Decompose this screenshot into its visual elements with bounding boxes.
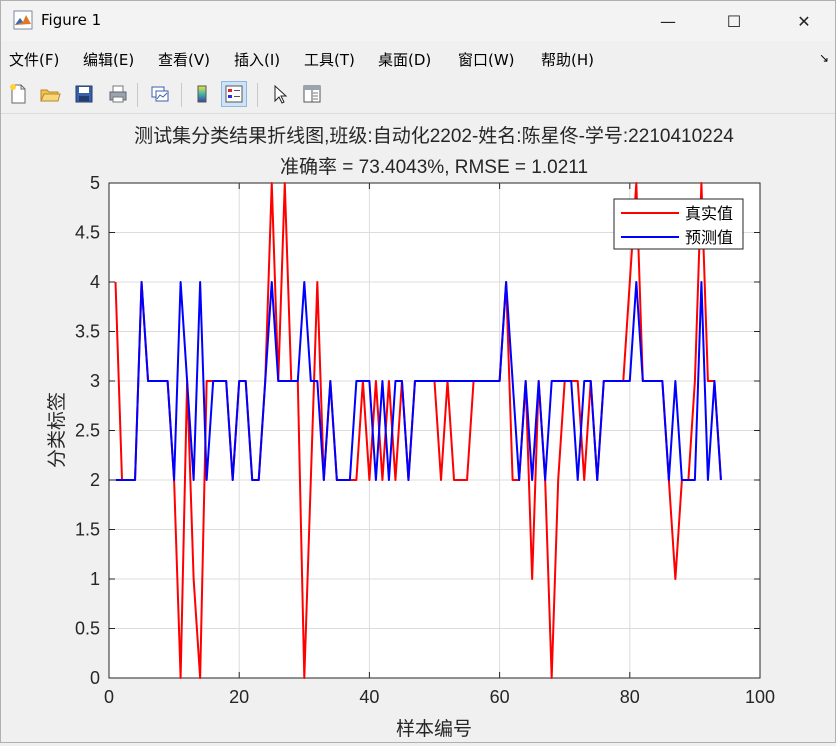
menu-window[interactable]: 窗口(W)	[458, 49, 515, 70]
y-tick-label: 1.5	[75, 520, 100, 540]
pointer-button[interactable]	[267, 81, 293, 107]
menu-help[interactable]: 帮助(H)	[541, 49, 594, 70]
property-editor-icon	[303, 85, 321, 103]
colorbar-icon	[197, 85, 207, 103]
toolbar-separator	[257, 83, 258, 107]
menu-insert[interactable]: 插入(I)	[234, 49, 280, 70]
y-tick-label: 5	[90, 173, 100, 193]
y-tick-label: 2.5	[75, 421, 100, 441]
legend-label-predicted: 预测值	[685, 229, 733, 247]
menu-file[interactable]: 文件(F)	[9, 49, 59, 70]
menu-desktop[interactable]: 桌面(D)	[378, 49, 431, 70]
x-axis-label: 样本编号	[396, 718, 472, 740]
figure-canvas: 测试集分类结果折线图,班级:自动化2202-姓名:陈星佟-学号:22104102…	[1, 115, 835, 742]
menu-view[interactable]: 查看(V)	[158, 49, 210, 70]
figure-window: Figure 1 — ☐ ✕ 文件(F) 编辑(E) 查看(V) 插入(I) 工…	[0, 0, 836, 743]
x-tick-label: 20	[229, 687, 249, 707]
legend[interactable]: 真实值 预测值	[613, 198, 744, 250]
save-button[interactable]	[71, 81, 97, 107]
x-tick-label: 0	[104, 687, 114, 707]
chart-title: 测试集分类结果折线图,班级:自动化2202-姓名:陈星佟-学号:22104102…	[134, 125, 734, 147]
y-tick-label: 0	[90, 668, 100, 688]
y-tick-label: 3	[90, 371, 100, 391]
y-axis-label: 分类标签	[46, 392, 68, 468]
chart-subtitle: 准确率 = 73.4043%, RMSE = 1.0211	[280, 156, 588, 178]
legend-icon	[225, 85, 243, 103]
y-tick-label: 3.5	[75, 322, 100, 342]
x-tick-label: 80	[620, 687, 640, 707]
toolbar-separator	[181, 83, 182, 107]
y-tick-label: 1	[90, 569, 100, 589]
link-plot-icon	[151, 86, 169, 102]
maximize-icon: ☐	[726, 11, 742, 31]
x-tick-label: 60	[490, 687, 510, 707]
x-tick-label: 100	[745, 687, 775, 707]
maximize-button[interactable]: ☐	[711, 1, 757, 41]
legend-button[interactable]	[221, 81, 247, 107]
minimize-button[interactable]: —	[645, 1, 691, 41]
y-tick-label: 0.5	[75, 619, 100, 639]
matlab-figure-icon	[13, 10, 33, 30]
line-chart: 测试集分类结果折线图,班级:自动化2202-姓名:陈星佟-学号:22104102…	[46, 125, 775, 740]
toolbar	[1, 77, 835, 114]
menu-tools[interactable]: 工具(T)	[304, 49, 355, 70]
legend-label-true: 真实值	[685, 205, 733, 223]
menu-bar: 文件(F) 编辑(E) 查看(V) 插入(I) 工具(T) 桌面(D) 窗口(W…	[1, 43, 835, 75]
y-tick-label: 4.5	[75, 223, 100, 243]
menu-edit[interactable]: 编辑(E)	[83, 49, 134, 70]
new-figure-icon	[10, 84, 26, 104]
link-plot-button[interactable]	[147, 81, 173, 107]
toolbar-separator	[137, 83, 138, 107]
x-tick-label: 40	[359, 687, 379, 707]
colorbar-button[interactable]	[189, 81, 215, 107]
close-button[interactable]: ✕	[781, 1, 827, 41]
y-tick-label: 4	[90, 272, 100, 292]
open-button[interactable]	[37, 81, 63, 107]
window-title: Figure 1	[41, 11, 102, 29]
print-button[interactable]	[105, 81, 131, 107]
y-tick-label: 2	[90, 470, 100, 490]
minimize-icon: —	[660, 11, 676, 31]
property-editor-button[interactable]	[299, 81, 325, 107]
menu-overflow-icon[interactable]: ↘	[819, 51, 829, 65]
print-icon	[109, 85, 127, 103]
open-folder-icon	[40, 89, 61, 102]
title-bar: Figure 1 — ☐ ✕	[1, 1, 835, 41]
save-icon	[75, 85, 93, 103]
pointer-icon	[274, 84, 288, 104]
new-figure-button[interactable]	[5, 81, 31, 107]
close-icon: ✕	[797, 11, 811, 31]
